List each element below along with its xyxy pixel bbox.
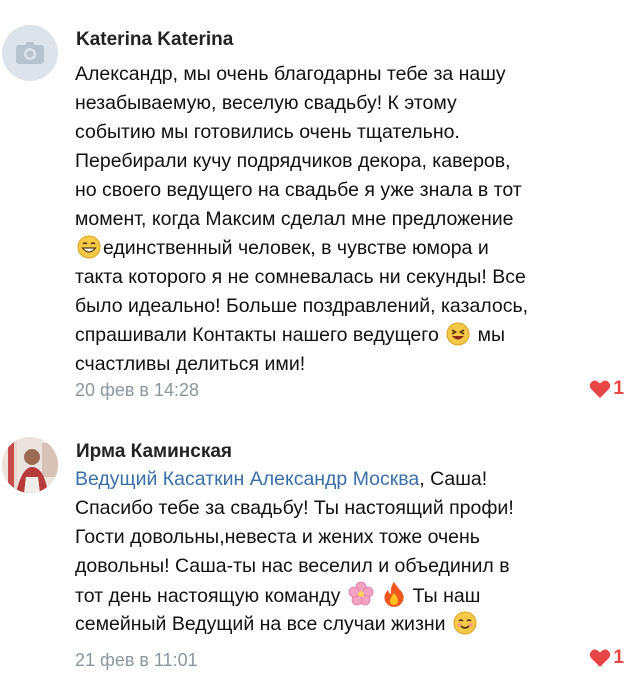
text-line: Спасибо тебе за свадьбу! Ты настоящий пр…	[75, 497, 514, 519]
comment-author[interactable]: Ирма Каминская	[76, 441, 232, 463]
text-line: событию мы готовились очень тщательно.	[75, 121, 460, 143]
comment-text: Александр, мы очень благодарны тебе за н…	[75, 60, 635, 379]
camera-icon	[16, 42, 44, 64]
text-line: счастливы делиться ими!	[75, 353, 306, 375]
heart-icon	[590, 380, 611, 398]
text-line: тот день настоящую команду Ты наш	[75, 581, 635, 610]
smiling-face-icon	[453, 611, 477, 635]
text-line: Гости довольны,невеста и жених тоже очен…	[75, 526, 480, 548]
comment-author[interactable]: Katerina Katerina	[76, 29, 233, 51]
like-count: 1	[613, 378, 624, 399]
text-line: момент, когда Максим сделал мне предложе…	[75, 208, 514, 230]
text-line: Ведущий Касаткин Александр Москва, Саша!	[75, 468, 488, 490]
comment-date[interactable]: 21 фев в 11:01	[75, 650, 198, 671]
user-photo	[2, 437, 58, 493]
text-line: но своего ведущего на свадьбе я уже знал…	[75, 179, 522, 201]
text-line: довольны! Саша-ты нас веселил и объедини…	[75, 555, 510, 577]
avatar[interactable]	[2, 437, 58, 493]
laughing-face-icon	[446, 322, 470, 346]
cherry-blossom-icon	[348, 581, 374, 606]
like-button[interactable]: 1	[589, 647, 624, 669]
heart-icon	[590, 649, 611, 667]
text-line: семейный Ведущий на все случаи жизни	[75, 610, 635, 639]
comment-date[interactable]: 20 фев в 14:28	[75, 380, 199, 401]
like-count: 1	[613, 647, 624, 668]
text-line: такта которого я не сомневалась ни секун…	[75, 266, 526, 288]
text-line: спрашивали Контакты нашего ведущего мы	[75, 322, 506, 346]
fire-icon	[384, 582, 404, 607]
mention-link[interactable]: Ведущий Касаткин Александр Москва	[75, 468, 419, 490]
grinning-face-icon	[77, 235, 101, 259]
text-line: было идеально! Больше поздравлений, каза…	[75, 295, 529, 317]
like-button[interactable]: 1	[589, 378, 624, 400]
text-line: Перебирали кучу подрядчиков декора, каве…	[75, 150, 511, 172]
comment-text: Ведущий Касаткин Александр Москва, Саша!…	[75, 465, 635, 639]
text-line: незабываемую, веселую свадьбу! К этому	[75, 92, 457, 114]
text-line: единственный человек, в чувстве юмора и	[75, 234, 635, 263]
text-line: Александр, мы очень благодарны тебе за н…	[75, 63, 506, 85]
avatar[interactable]	[2, 25, 58, 81]
